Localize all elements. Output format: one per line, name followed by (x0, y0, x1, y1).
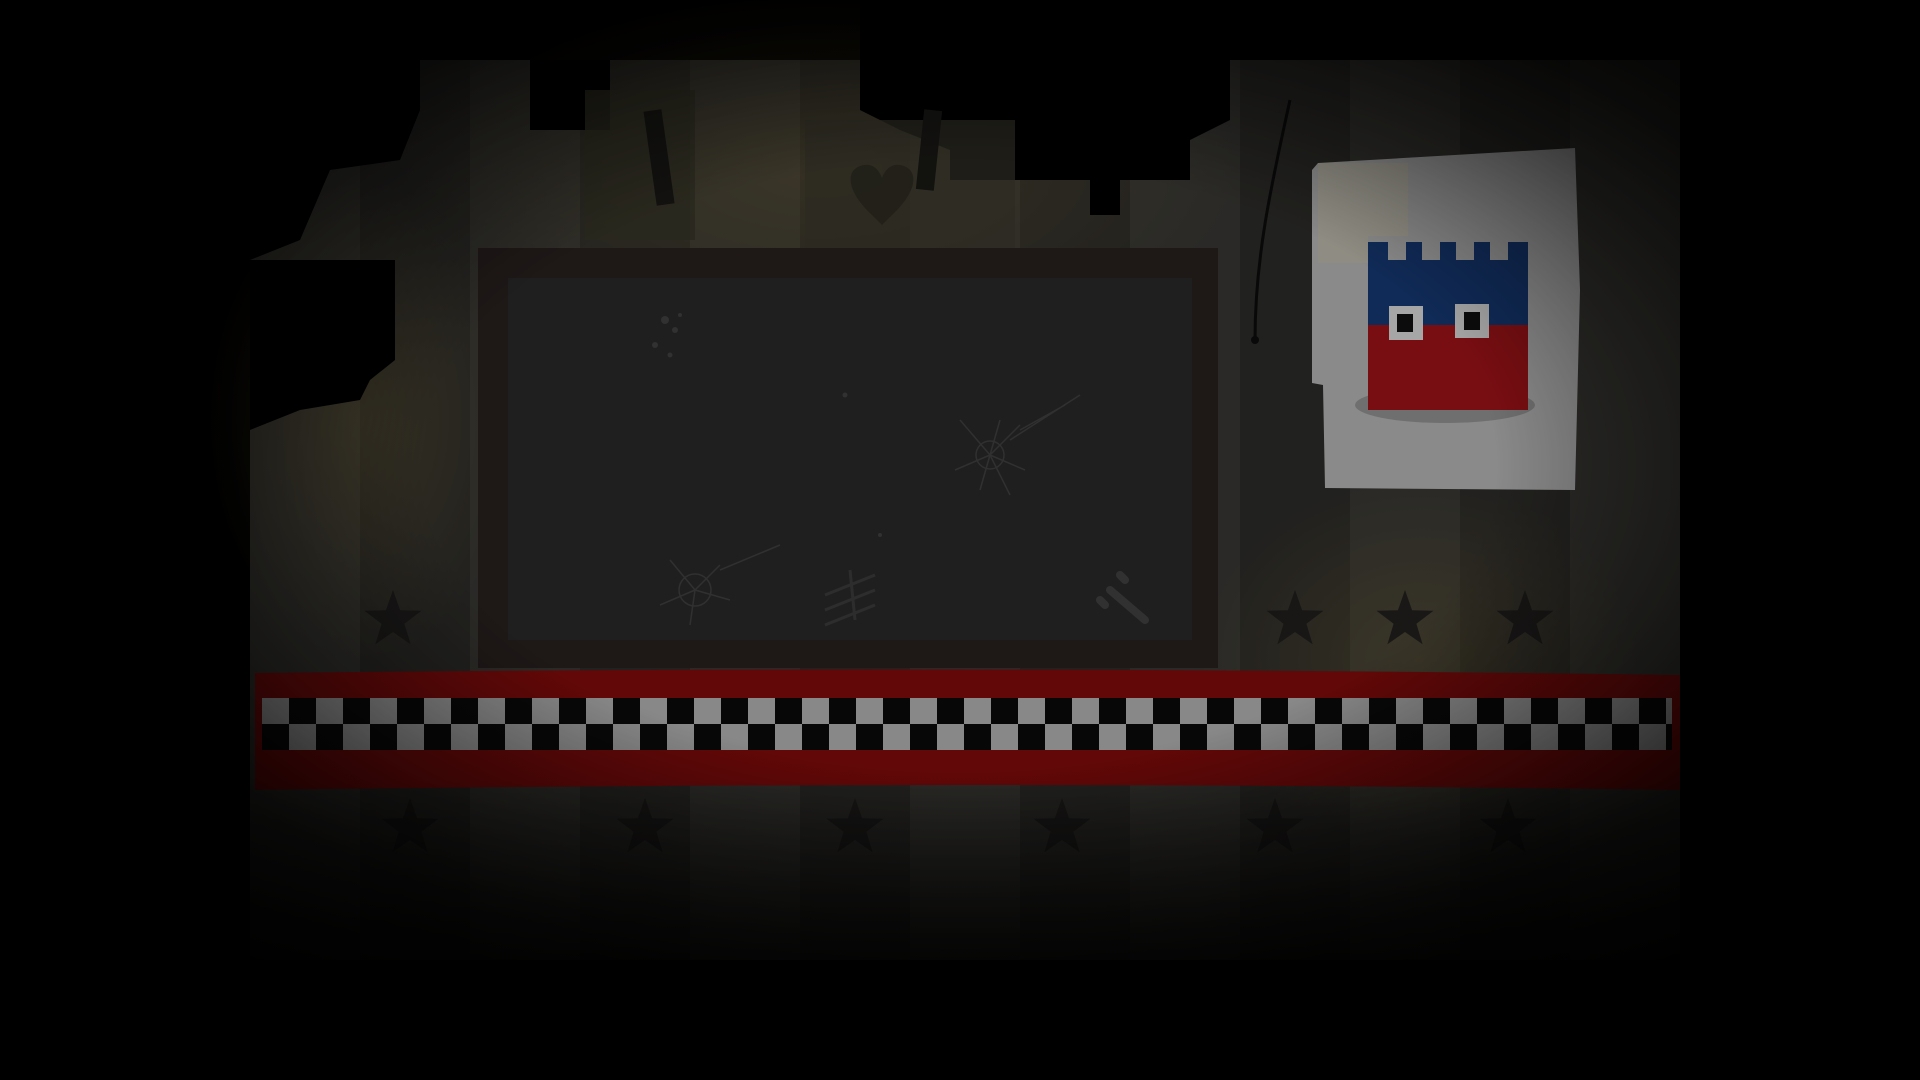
dim-overlay (0, 0, 1920, 1080)
game-scene (0, 0, 1920, 1080)
